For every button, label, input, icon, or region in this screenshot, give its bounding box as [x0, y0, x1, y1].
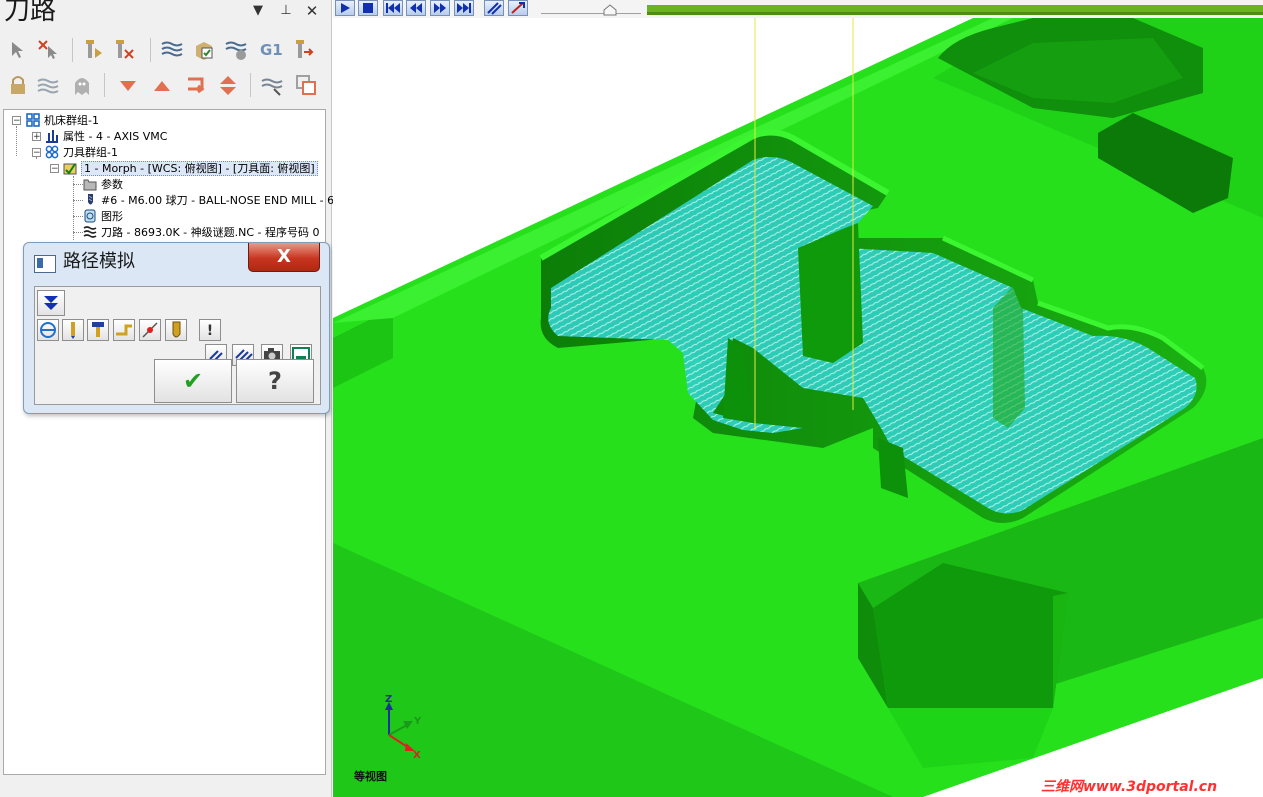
- tree-item-label: #6 - M6.00 球刀 - BALL-NOSE END MILL - 6: [101, 194, 335, 207]
- post-g1-icon[interactable]: G1: [260, 38, 284, 62]
- step-back-icon[interactable]: [406, 0, 426, 16]
- tree-item-label: 属性 - 4 - AXIS VMC: [63, 130, 168, 143]
- rapid-icon[interactable]: [113, 319, 135, 341]
- speed-slider-track[interactable]: [541, 13, 641, 14]
- backplot-playback-bar: [333, 0, 1263, 18]
- toolbar-row-2: [4, 73, 324, 99]
- toolpath-group-icon: [45, 145, 59, 159]
- dialog-app-icon: [34, 255, 56, 273]
- tree-item-toolpath[interactable]: 刀路 - 8693.0K - 神级谜题.NC - 程序号码 0: [83, 225, 320, 241]
- z-axis-label: Z: [385, 694, 392, 705]
- display-holder-icon[interactable]: [87, 319, 109, 341]
- machine-group-icon: [26, 113, 40, 127]
- ball-end-mill-icon: [88, 194, 93, 205]
- verify-icon[interactable]: [192, 38, 216, 62]
- insert-icon[interactable]: [184, 73, 208, 97]
- properties-icon: [46, 130, 58, 143]
- move-up-icon[interactable]: [150, 73, 174, 97]
- panel-title: 刀路: [4, 0, 57, 26]
- info-icon[interactable]: !: [199, 319, 221, 341]
- copy-icon[interactable]: [294, 73, 318, 97]
- deselect-icon[interactable]: [36, 38, 60, 62]
- trace-icon[interactable]: [484, 0, 504, 16]
- operations-tree[interactable]: − 机床群组-1 + 属性 - 4 - AXIS VMC − 刀具群组-1 − …: [3, 109, 334, 775]
- regen-icon[interactable]: [82, 38, 106, 62]
- backplot-dialog: 路径模拟 X ! ✔ ?: [23, 242, 330, 414]
- y-axis-label: Y: [413, 716, 422, 727]
- tree-item-properties[interactable]: 属性 - 4 - AXIS VMC: [45, 129, 167, 145]
- tree-item-label: 图形: [101, 210, 123, 223]
- pocket-inner-wall: [993, 286, 1025, 428]
- play-icon[interactable]: [335, 0, 355, 16]
- tree-item-parameters[interactable]: 参数: [83, 177, 123, 193]
- dialog-body: ! ✔ ?: [34, 286, 321, 405]
- display-tool-icon[interactable]: [62, 319, 84, 341]
- move-down-icon[interactable]: [116, 73, 140, 97]
- tree-item-label: 参数: [101, 178, 123, 191]
- start-icon[interactable]: [383, 0, 403, 16]
- tree-item-tool[interactable]: #6 - M6.00 球刀 - BALL-NOSE END MILL - 6: [83, 193, 334, 209]
- help-button[interactable]: ?: [236, 359, 314, 403]
- lock-icon[interactable]: [6, 73, 30, 97]
- tree-item-toolpath-group[interactable]: 刀具群组-1: [45, 145, 118, 161]
- playback-progress-fill: [647, 5, 1263, 15]
- close-icon[interactable]: ✕: [305, 4, 319, 19]
- pin-icon[interactable]: ⊥: [279, 4, 293, 18]
- toolbar-row-1: G1: [4, 38, 324, 64]
- geometry-icon: [84, 209, 96, 223]
- speed-slider-thumb[interactable]: [603, 4, 617, 19]
- svg-text:!: !: [207, 323, 213, 339]
- x-axis-label: X: [413, 750, 421, 761]
- endpoints-icon[interactable]: [139, 319, 161, 341]
- regen-dirty-icon[interactable]: [112, 38, 136, 62]
- backplot-icon[interactable]: [224, 38, 248, 62]
- tree-item-operation[interactable]: 1 - Morph - [WCS: 俯视图] - [刀具面: 俯视图]: [63, 161, 318, 177]
- tree-item-label: 刀路 - 8693.0K - 神级谜题.NC - 程序号码 0: [101, 226, 320, 239]
- watermark-text: 三维网www.3dportal.cn: [1041, 779, 1218, 795]
- end-icon[interactable]: [454, 0, 474, 16]
- collapse-toggle[interactable]: −: [50, 164, 59, 174]
- ok-button[interactable]: ✔: [154, 359, 232, 403]
- toolpath-manager-panel: 刀路 ▼ ⊥ ✕ G1 − 机床群组-1 + 属性 - 4 - AXIS VMC…: [0, 0, 334, 797]
- export-icon[interactable]: [292, 38, 316, 62]
- graphics-viewport[interactable]: Z Y X 等视图 三维网www.3dportal.cn: [333, 18, 1263, 797]
- view-name-label: 等视图: [354, 770, 387, 783]
- dialog-title: 路径模拟: [63, 251, 135, 272]
- toggle-display-icon[interactable]: [36, 73, 60, 97]
- toolpath-stack-icon[interactable]: [160, 38, 184, 62]
- dialog-close-button[interactable]: X: [248, 243, 320, 272]
- expand-icon[interactable]: [37, 290, 65, 316]
- shade-tool-icon[interactable]: [165, 319, 187, 341]
- tree-item-label: 1 - Morph - [WCS: 俯视图] - [刀具面: 俯视图]: [81, 161, 318, 176]
- operation-folder-icon: [63, 163, 77, 175]
- select-all-icon[interactable]: [6, 38, 30, 62]
- collapse-toggle[interactable]: −: [32, 148, 41, 158]
- tree-item-geometry[interactable]: 图形: [83, 209, 123, 225]
- stop-icon[interactable]: [358, 0, 378, 16]
- run-icon[interactable]: [508, 0, 528, 16]
- collapse-toggle[interactable]: −: [12, 116, 21, 126]
- expand-toggle[interactable]: +: [32, 132, 41, 142]
- expand-icon[interactable]: [216, 73, 240, 97]
- ghost-icon[interactable]: [70, 73, 94, 97]
- playback-progress-bar[interactable]: [647, 5, 1263, 15]
- tree-item-label: 机床群组-1: [44, 114, 99, 127]
- tree-item-machine-group[interactable]: 机床群组-1: [26, 113, 99, 129]
- folder-icon: [83, 179, 97, 191]
- color-cycle-icon[interactable]: [37, 319, 59, 341]
- tree-item-label: 刀具群组-1: [63, 146, 118, 159]
- toolpath-icon: [83, 226, 97, 238]
- step-forward-icon[interactable]: [430, 0, 450, 16]
- dropdown-arrow-icon[interactable]: ▼: [251, 4, 265, 18]
- toolpath-filter-icon[interactable]: [260, 73, 284, 97]
